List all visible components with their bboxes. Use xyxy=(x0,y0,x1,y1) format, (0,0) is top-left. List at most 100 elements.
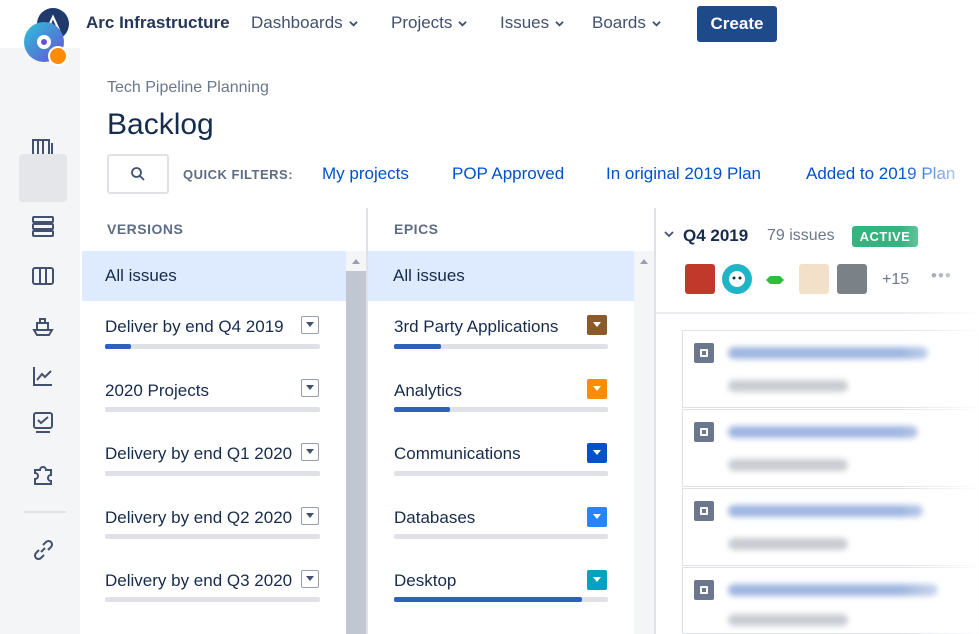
sidebar-divider xyxy=(24,511,66,513)
chevron-down-icon xyxy=(652,20,661,27)
version-progress-bar xyxy=(105,534,320,539)
code-badge-icon xyxy=(48,46,68,66)
versions-all-issues-label: All issues xyxy=(105,266,177,285)
scroll-up-arrow-icon[interactable] xyxy=(634,251,654,271)
epic-color-dropdown-icon[interactable] xyxy=(587,507,607,527)
versions-heading: VERSIONS xyxy=(107,221,184,237)
version-progress-bar xyxy=(105,344,320,349)
version-progress-bar xyxy=(105,407,320,412)
issue-type-icon xyxy=(694,501,714,521)
sprint-status-badge: ACTIVE xyxy=(852,226,918,247)
nav-projects[interactable]: Projects xyxy=(391,13,468,33)
active-sprints-icon[interactable] xyxy=(28,261,58,291)
blurred-text xyxy=(728,584,938,596)
version-name: Deliver by end Q4 2019 xyxy=(105,317,284,336)
blurred-text xyxy=(728,426,918,438)
epic-name: Desktop xyxy=(394,571,457,590)
epic-name: Communications xyxy=(394,444,521,463)
blurred-text xyxy=(728,459,848,471)
epics-heading: EPICS xyxy=(394,221,439,237)
version-dropdown-icon[interactable] xyxy=(301,570,319,588)
issue-card[interactable] xyxy=(682,330,979,408)
version-progress-bar xyxy=(105,471,320,476)
sidebar-active-highlight xyxy=(19,154,67,202)
version-name: Delivery by end Q3 2020 xyxy=(105,571,293,590)
assignee-avatar[interactable] xyxy=(685,264,715,294)
epic-color-dropdown-icon[interactable] xyxy=(587,315,607,335)
version-name: 2020 Projects xyxy=(105,381,209,400)
quick-filter-original-plan[interactable]: In original 2019 Plan xyxy=(606,164,761,184)
issue-card[interactable] xyxy=(682,409,979,487)
blurred-text xyxy=(728,380,848,392)
version-name: Delivery by end Q1 2020 xyxy=(105,444,293,463)
more-assignees-count[interactable]: +15 xyxy=(882,271,909,289)
epic-progress-bar xyxy=(394,597,608,602)
version-dropdown-icon[interactable] xyxy=(301,443,319,461)
top-navigation: Arc Infrastructure Dashboards Projects I… xyxy=(0,0,979,48)
components-puzzle-icon[interactable] xyxy=(28,459,58,489)
blurred-text xyxy=(728,538,848,550)
nav-boards[interactable]: Boards xyxy=(592,13,661,33)
sprint-name[interactable]: Q4 2019 xyxy=(683,226,748,246)
epic-color-dropdown-icon[interactable] xyxy=(587,570,607,590)
nav-issues[interactable]: Issues xyxy=(500,13,564,33)
backlog-icon[interactable] xyxy=(28,211,58,241)
assignee-avatar[interactable] xyxy=(837,264,867,294)
epic-name: 3rd Party Applications xyxy=(394,317,559,336)
page-title: Backlog xyxy=(107,108,214,141)
version-dropdown-icon[interactable] xyxy=(301,507,319,525)
reports-icon[interactable] xyxy=(28,361,58,391)
epic-progress-fill xyxy=(394,407,450,412)
create-button[interactable]: Create xyxy=(697,6,777,42)
issue-card[interactable] xyxy=(682,488,979,566)
assignee-avatar[interactable] xyxy=(799,264,829,294)
search-icon xyxy=(131,167,145,181)
nav-issues-label: Issues xyxy=(500,13,550,32)
epic-color-dropdown-icon[interactable] xyxy=(587,443,607,463)
chevron-down-icon[interactable] xyxy=(664,229,674,239)
nav-dashboards-label: Dashboards xyxy=(251,13,343,32)
quick-filter-added-plan[interactable]: Added to 2019 Plan xyxy=(806,164,955,184)
version-dropdown-icon[interactable] xyxy=(301,316,319,334)
quick-filters-label: QUICK FILTERS: xyxy=(183,167,294,182)
issues-icon[interactable] xyxy=(28,408,58,438)
nav-boards-label: Boards xyxy=(592,13,646,32)
blurred-text xyxy=(728,505,923,517)
version-name: Delivery by end Q2 2020 xyxy=(105,508,293,527)
chevron-down-icon xyxy=(555,20,564,27)
epic-progress-bar xyxy=(394,471,608,476)
epic-color-dropdown-icon[interactable] xyxy=(587,379,607,399)
blurred-text xyxy=(728,347,928,359)
version-dropdown-icon[interactable] xyxy=(301,379,319,397)
version-progress-bar xyxy=(105,597,320,602)
assignee-avatar[interactable] xyxy=(760,264,790,294)
epics-scrollbar[interactable] xyxy=(634,251,654,634)
epic-name: Databases xyxy=(394,508,476,527)
epic-progress-fill xyxy=(394,344,442,349)
epic-progress-bar xyxy=(394,344,608,349)
link-icon[interactable] xyxy=(28,535,58,565)
nav-dashboards[interactable]: Dashboards xyxy=(251,13,358,33)
issue-type-icon xyxy=(694,343,714,363)
search-input[interactable] xyxy=(107,154,169,194)
assignee-avatar[interactable] xyxy=(722,264,752,294)
blurred-text xyxy=(728,614,848,626)
epic-progress-fill xyxy=(394,597,583,602)
sprint-divider xyxy=(656,312,979,314)
quick-filter-my-projects[interactable]: My projects xyxy=(322,164,409,184)
scroll-up-arrow-icon[interactable] xyxy=(346,251,366,271)
more-options-icon[interactable]: ••• xyxy=(931,266,952,286)
nav-projects-label: Projects xyxy=(391,13,453,32)
versions-scrollbar[interactable] xyxy=(346,251,366,634)
sprint-issue-count: 79 issues xyxy=(767,227,835,244)
issue-type-icon xyxy=(694,580,714,600)
version-progress-fill xyxy=(105,344,131,349)
releases-icon[interactable] xyxy=(28,311,58,341)
panel-divider xyxy=(654,208,656,634)
epic-progress-bar xyxy=(394,407,608,412)
epic-name: Analytics xyxy=(394,381,463,400)
breadcrumb[interactable]: Tech Pipeline Planning xyxy=(107,79,269,97)
brand-name[interactable]: Arc Infrastructure xyxy=(86,13,230,33)
epics-all-issues-label: All issues xyxy=(393,266,465,285)
quick-filter-pop-approved[interactable]: POP Approved xyxy=(452,164,564,184)
